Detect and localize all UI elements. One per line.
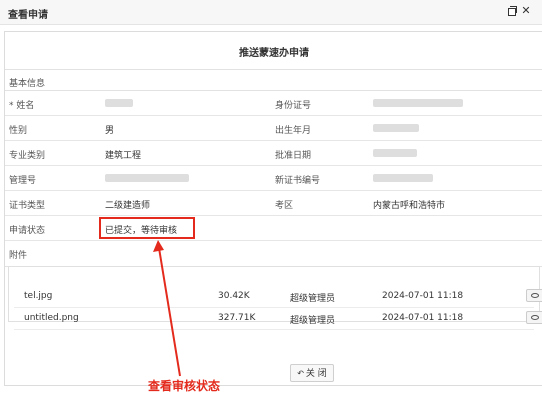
annotation-text: 查看审核状态 [148,379,221,393]
annotation-arrow [153,240,181,377]
